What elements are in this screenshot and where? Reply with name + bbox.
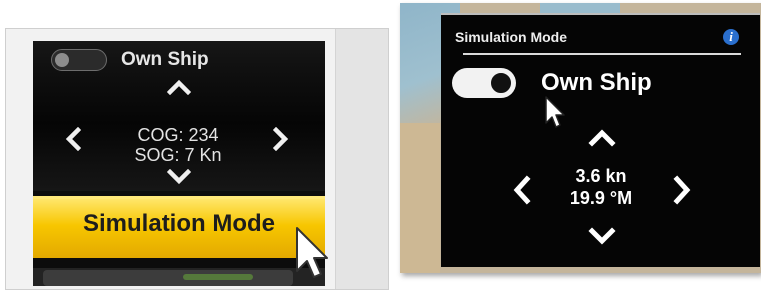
chevron-up-icon[interactable] [588,127,616,147]
legacy-simulation-panel: Own Ship COG: 234 SOG: 7 Kn Simulation M… [33,41,325,286]
cog-value: COG: 234 [137,125,219,145]
cog-sog-readout: COG: 234 SOG: 7 Kn [83,125,273,165]
chevron-down-icon[interactable] [167,169,191,185]
chevron-left-icon[interactable] [65,127,81,151]
panel-title: Simulation Mode [455,29,567,45]
title-divider [463,53,741,55]
chart-view-frame: Simulation Mode i Own Ship 3.6 kn 19.9 °… [400,3,761,273]
heading-value: 19.9 °M [569,188,633,208]
side-strip [335,29,388,289]
toggle-knob [55,53,69,67]
chevron-down-icon[interactable] [588,227,616,247]
own-ship-toggle[interactable] [51,49,107,71]
simulation-mode-button-label: Simulation Mode [83,210,275,237]
speed-heading-readout: 3.6 kn 19.9 °M [531,165,671,209]
simulation-mode-panel: Simulation Mode i Own Ship 3.6 kn 19.9 °… [441,13,760,267]
own-ship-label: Own Ship [121,49,209,70]
info-icon[interactable]: i [723,29,739,45]
chevron-right-icon[interactable] [273,127,289,151]
chevron-up-icon[interactable] [167,79,191,95]
map-land [400,123,440,273]
menu-item-preview [43,270,293,286]
chevron-left-icon[interactable] [512,175,532,205]
next-menu-item[interactable] [33,268,325,286]
chevron-right-icon[interactable] [672,175,692,205]
simulation-mode-button[interactable]: Simulation Mode [33,196,325,258]
own-ship-toggle[interactable] [452,68,516,98]
mouse-pointer-icon [545,96,565,128]
mouse-pointer-icon [296,227,328,278]
toggle-knob [489,71,513,95]
sog-value: SOG: 7 Kn [134,145,222,165]
legacy-ui-frame: Own Ship COG: 234 SOG: 7 Kn Simulation M… [5,28,389,290]
speed-value: 3.6 kn [575,166,627,186]
own-ship-label: Own Ship [541,69,652,96]
menu-item-preview-accent [183,274,253,280]
